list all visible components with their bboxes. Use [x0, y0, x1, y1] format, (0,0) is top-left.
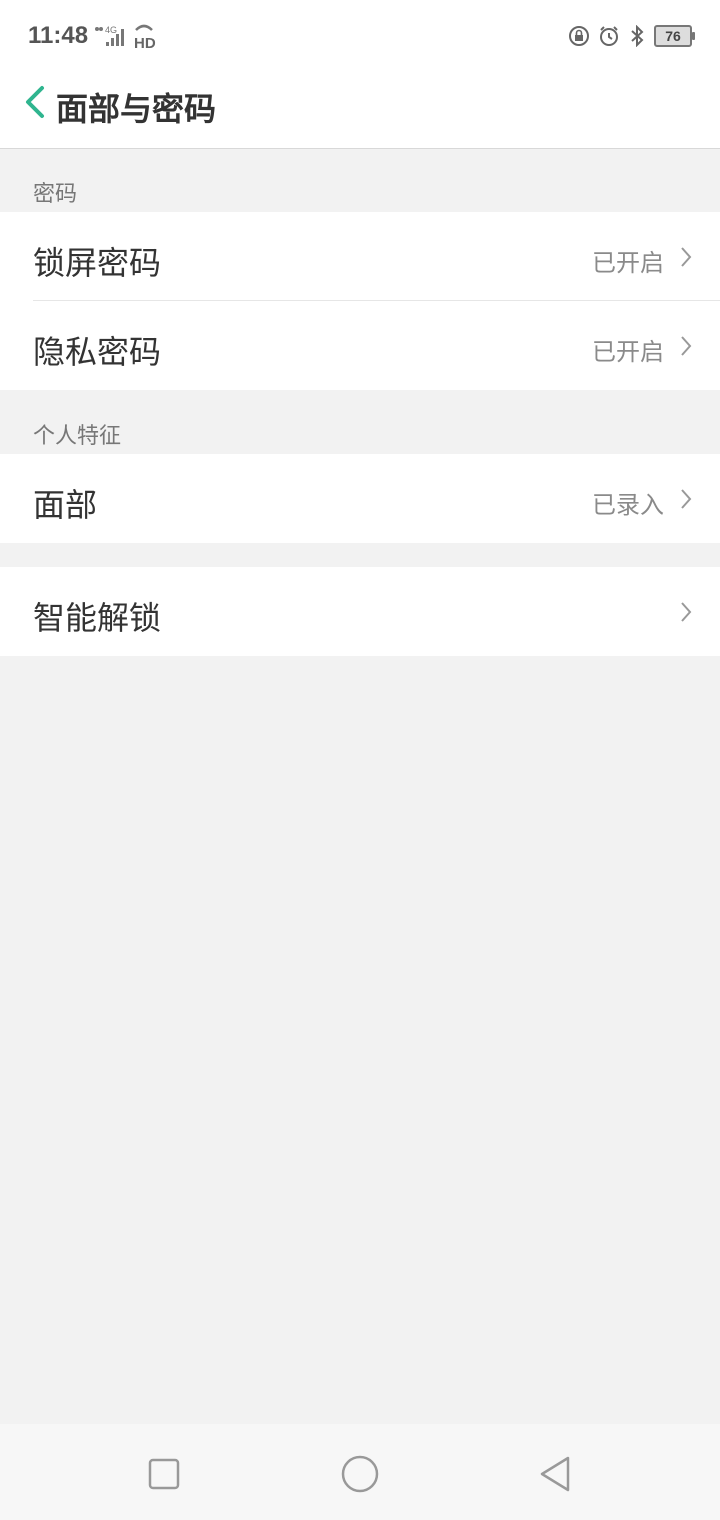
chevron-right-icon	[681, 602, 692, 622]
face-row[interactable]: 面部 已录入	[0, 454, 720, 543]
back-button[interactable]	[18, 82, 58, 122]
alarm-icon	[600, 26, 618, 46]
home-button[interactable]	[340, 1454, 380, 1494]
chevron-right-icon	[681, 247, 692, 267]
battery-level: 76	[665, 28, 681, 44]
biometrics-group: 面部 已录入	[0, 454, 720, 543]
section-label-password: 密码	[33, 182, 78, 207]
password-group: 锁屏密码 已开启 隐私密码 已开启	[0, 212, 720, 390]
hd-indicator: HD	[134, 35, 156, 50]
chevron-right-icon	[681, 336, 692, 356]
square-icon	[148, 1458, 180, 1490]
row-label: 智能解锁	[33, 599, 162, 637]
network-icons: 4G HD	[94, 22, 158, 52]
chevron-left-icon	[26, 86, 44, 118]
back-nav-button[interactable]	[536, 1454, 576, 1494]
lock-screen-password-row[interactable]: 锁屏密码 已开启	[0, 212, 720, 301]
status-time: 11:48	[28, 22, 89, 49]
battery-icon: 76	[654, 25, 695, 47]
section-label-biometrics: 个人特征	[33, 424, 122, 449]
privacy-password-row[interactable]: 隐私密码 已开启	[0, 301, 720, 390]
status-right-icons: 76	[568, 22, 695, 50]
network-type: 4G	[105, 25, 117, 35]
app-header: 面部与密码	[0, 70, 720, 149]
page-title: 面部与密码	[56, 90, 217, 128]
smart-unlock-group: 智能解锁	[0, 567, 720, 656]
recents-button[interactable]	[144, 1454, 184, 1494]
triangle-back-icon	[540, 1456, 570, 1492]
row-label: 锁屏密码	[33, 244, 162, 282]
smart-unlock-row[interactable]: 智能解锁	[0, 567, 720, 656]
circle-icon	[341, 1455, 379, 1493]
chevron-right-icon	[681, 489, 692, 509]
row-label: 面部	[33, 486, 98, 524]
status-bar: 11:48 4G HD 76	[0, 0, 720, 70]
bluetooth-icon	[631, 25, 644, 47]
system-nav-bar	[0, 1424, 720, 1520]
row-status: 已录入	[592, 491, 664, 519]
rotation-lock-icon	[569, 26, 589, 46]
signal-icon: 4G HD	[95, 24, 156, 52]
row-status: 已开启	[592, 249, 664, 277]
row-label: 隐私密码	[33, 333, 162, 371]
row-status: 已开启	[592, 338, 664, 366]
